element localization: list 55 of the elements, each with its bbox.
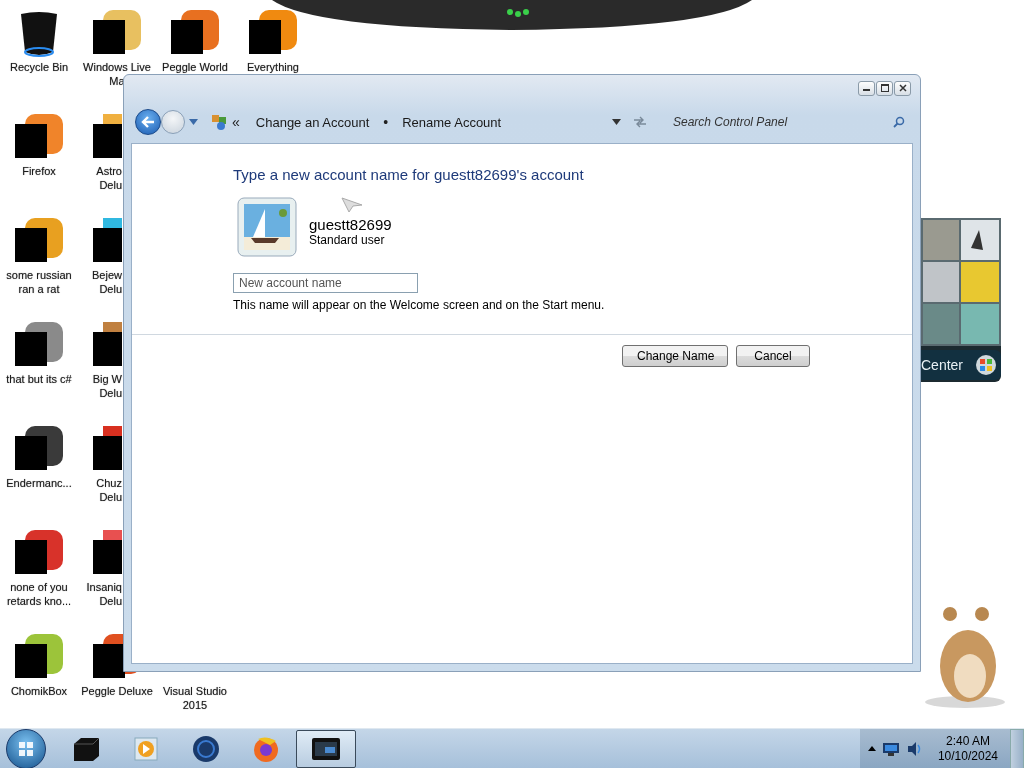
monitor-icon (311, 736, 341, 761)
icon-label: Everything (247, 60, 299, 74)
icon-label: that but its c# (6, 372, 72, 386)
search-field[interactable]: Search Control Panel (671, 114, 893, 130)
icon-label: Astro Delu (95, 164, 122, 192)
change-name-button[interactable]: Change Name (622, 345, 728, 367)
globe-icon (192, 734, 220, 763)
page-heading: Type a new account name for guestt82699's account (233, 166, 584, 183)
show-hidden-icons-icon[interactable] (867, 746, 876, 751)
icon-label: Big W Delu (91, 372, 122, 400)
back-arrow-icon (141, 116, 155, 128)
icon-label: Endermanc... (6, 476, 72, 490)
icon-label: Insaniq Delu (85, 580, 122, 608)
cancel-button[interactable]: Cancel (736, 345, 810, 367)
back-button[interactable] (135, 109, 161, 135)
breadcrumb-separator: • (383, 114, 389, 130)
box-icon (71, 735, 101, 762)
icon-label: Peggle Deluxe (81, 684, 153, 698)
account-name: guestt82699 (309, 215, 392, 233)
clock-date: 10/10/2024 (937, 748, 998, 764)
browser-icon (252, 734, 280, 763)
speaker-icon[interactable] (905, 740, 922, 757)
icon-label: some russian ran a rat (6, 268, 72, 296)
recycle-bin-icon[interactable] (19, 10, 59, 58)
windows-logo-icon (975, 354, 997, 376)
new-account-name-field[interactable]: New account name (233, 273, 418, 293)
close-icon (898, 84, 907, 92)
taskbar-app-button[interactable] (296, 729, 356, 768)
close-button[interactable] (894, 80, 911, 96)
search-icon (893, 116, 905, 128)
breadcrumb[interactable]: Rename Account (402, 114, 502, 130)
icon-label: Peggle World (162, 60, 228, 74)
start-button[interactable] (6, 728, 46, 768)
minimize-button[interactable] (858, 80, 875, 96)
cursor-icon (341, 197, 363, 213)
maximize-button[interactable] (876, 80, 893, 96)
icon-label: Visual Studio 2015 (163, 684, 227, 712)
media-center-gadget[interactable]: Center (921, 218, 1001, 382)
media-player-icon (133, 735, 159, 762)
control-panel-icon (210, 113, 228, 131)
clock-time: 2:40 AM (945, 733, 990, 749)
gadget-label: Center (921, 357, 964, 373)
dropdown-icon[interactable] (612, 119, 621, 125)
hint-text: This name will appear on the Welcome screen and on the Start menu. (233, 298, 605, 312)
dropdown-icon[interactable] (189, 119, 198, 125)
account-type: Standard user (309, 232, 385, 247)
breadcrumb-overflow[interactable]: « (232, 114, 240, 130)
icon-label: Chuz Delu (95, 476, 122, 504)
icon-label: ChomikBox (10, 684, 68, 698)
icon-label: Firefox (22, 164, 56, 178)
icon-label: none of you retards kno... (6, 580, 72, 608)
breadcrumb[interactable]: Change an Account (255, 114, 370, 130)
icon-label: Recycle Bin (9, 60, 69, 74)
icon-label: Bejew Delu (91, 268, 122, 296)
network-icon[interactable] (881, 741, 900, 756)
